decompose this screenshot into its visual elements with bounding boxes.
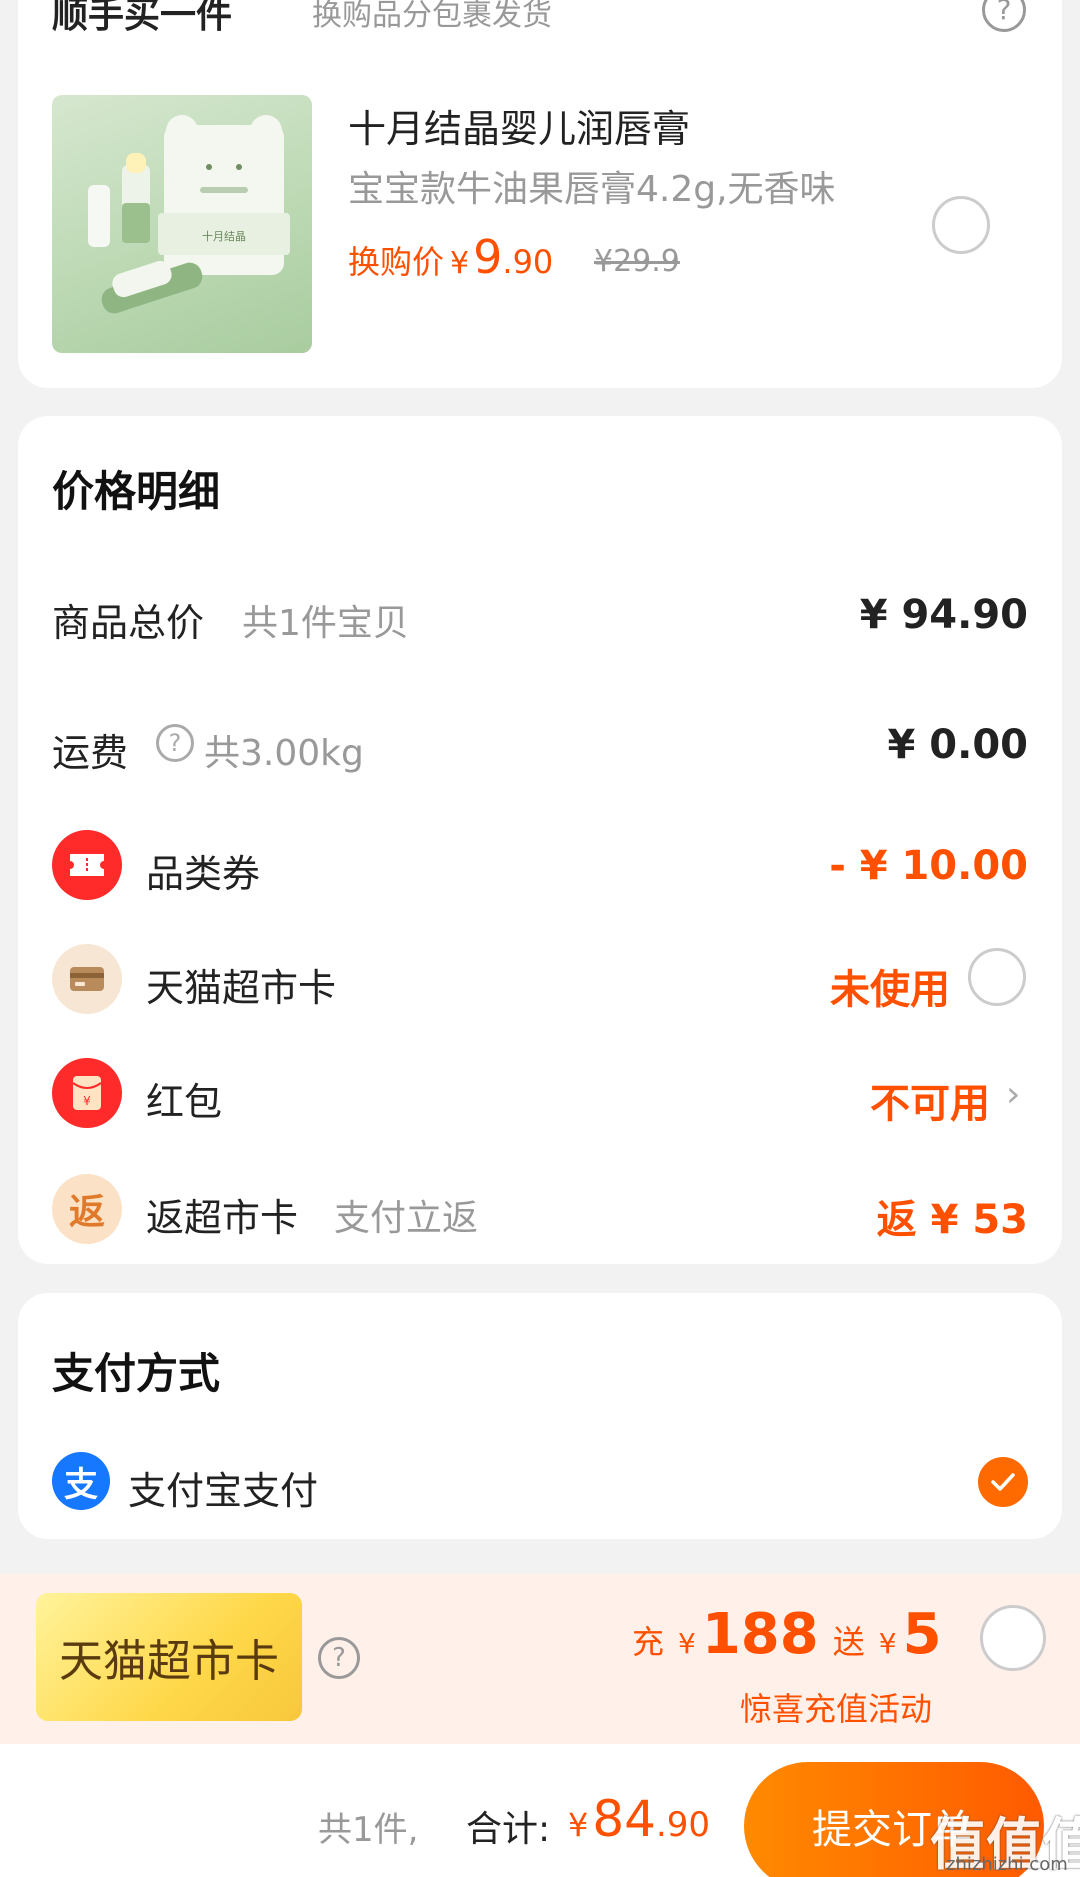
tmall-card-label: 天猫超市卡: [146, 966, 337, 1010]
card-icon: [52, 944, 122, 1014]
bonus-amount: 5: [902, 1602, 942, 1667]
alipay-label[interactable]: 支付宝支付: [128, 1460, 318, 1515]
item-count: 共1件,: [318, 1810, 419, 1850]
recharge-offer: 充 ¥ 188 送 ¥ 5: [632, 1602, 942, 1667]
svg-text:十月结晶: 十月结晶: [202, 229, 246, 243]
price-detail-title: 价格明细: [52, 467, 221, 516]
bonus-currency: ¥: [878, 1627, 897, 1660]
goods-total-hint: 共1件宝贝: [242, 603, 409, 644]
price-decimal: .90: [502, 243, 554, 281]
total-label: 合计:: [466, 1809, 551, 1850]
payment-title: 支付方式: [52, 1349, 221, 1398]
cashback-label: 返超市卡: [146, 1196, 299, 1240]
product-spec: 宝宝款牛油果唇膏4.2g,无香味: [348, 169, 836, 210]
coupon-icon: [52, 830, 122, 900]
price-detail-card: [18, 416, 1062, 1264]
price-label: 换购价: [348, 243, 445, 281]
product-name[interactable]: 十月结晶婴儿润唇膏: [348, 98, 690, 153]
recharge-amount: 188: [701, 1602, 819, 1667]
bonus-prefix: 送: [832, 1623, 865, 1661]
red-packet-label: 红包: [146, 1080, 223, 1124]
red-packet-icon: ¥: [52, 1058, 122, 1128]
chevron-right-icon[interactable]: ›: [1006, 1074, 1020, 1115]
watermark-url: zhizhizhi.com: [946, 1854, 1068, 1875]
cashback-hint: 支付立返: [334, 1198, 479, 1239]
product-image[interactable]: 十月结晶: [52, 95, 312, 353]
total-currency: ¥: [568, 1806, 589, 1844]
goods-total-value: ¥ 94.90: [859, 592, 1028, 638]
goods-total-label: 商品总价: [52, 601, 205, 645]
svg-text:¥: ¥: [83, 1094, 91, 1108]
cashback-icon: 返: [52, 1174, 122, 1244]
total-decimal: .90: [655, 1805, 711, 1845]
recharge-currency: ¥: [678, 1627, 696, 1660]
recharge-prefix: 充: [632, 1623, 665, 1661]
coupon-value[interactable]: - ¥ 10.00: [829, 843, 1028, 889]
total-integer: 84: [592, 1790, 656, 1848]
tmall-card-radio[interactable]: [968, 948, 1026, 1006]
tmall-card-badge: 天猫超市卡: [36, 1593, 302, 1721]
coupon-label: 品类券: [146, 852, 261, 896]
shipping-hint: 共3.00kg: [204, 733, 364, 774]
red-packet-value[interactable]: 不可用: [870, 1071, 990, 1129]
shipping-label: 运费: [52, 731, 129, 775]
cashback-value: 返 ¥ 53: [876, 1197, 1028, 1243]
promo-radio[interactable]: [980, 1605, 1046, 1671]
total-amount: ¥ 84 .90: [568, 1790, 710, 1848]
shipping-value: ¥ 0.00: [887, 722, 1028, 768]
original-price: ¥29.9: [594, 244, 680, 279]
shipping-help-icon[interactable]: ?: [156, 724, 194, 762]
promo-help-icon[interactable]: ?: [318, 1637, 360, 1679]
price-currency: ¥: [450, 246, 470, 281]
addon-select-radio[interactable]: [932, 196, 990, 254]
addon-title: 顺手买一件: [52, 0, 233, 36]
alipay-check-icon[interactable]: [978, 1457, 1028, 1507]
addon-subtitle: 换购品分包裹发货: [312, 0, 552, 33]
product-price: 换购价 ¥ 9 .90: [348, 230, 553, 284]
promo-desc: 惊喜充值活动: [740, 1690, 933, 1728]
price-integer: 9: [473, 230, 503, 284]
tmall-card-value: 未使用: [830, 967, 950, 1013]
alipay-icon: 支: [52, 1452, 110, 1510]
